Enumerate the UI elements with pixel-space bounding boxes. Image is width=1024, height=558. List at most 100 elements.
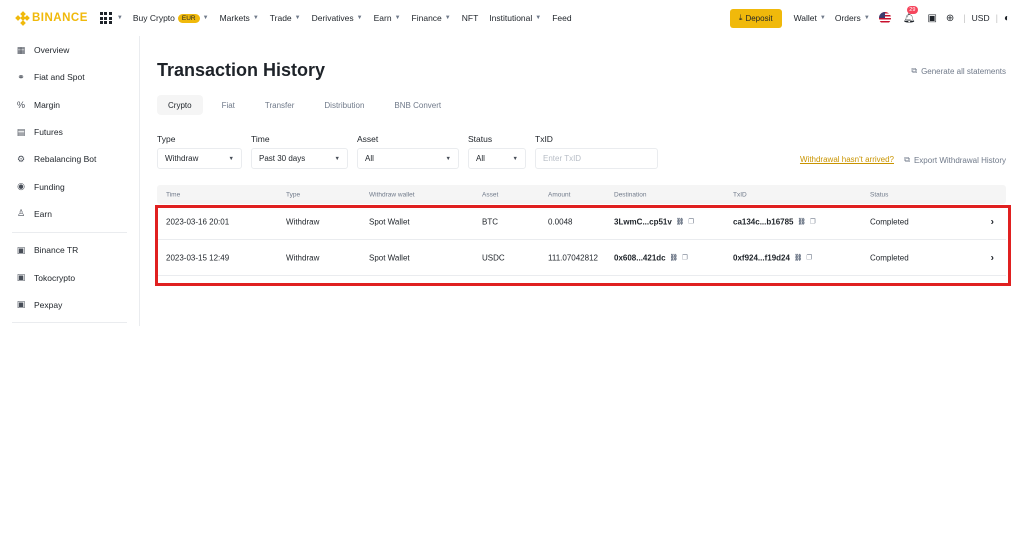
nav-label: Earn xyxy=(373,13,392,23)
binance-logo[interactable]: BINANCE xyxy=(15,10,88,26)
column-header: Amount xyxy=(548,191,571,198)
wallet-icon: ▣ xyxy=(16,272,26,283)
nav-feed[interactable]: Feed xyxy=(552,13,571,23)
binance-logo-icon xyxy=(15,10,30,26)
deposit-button[interactable]: ⤓ Deposit xyxy=(729,8,782,28)
orders-label: Orders xyxy=(834,13,861,23)
sidebar-item-label: Fiat and Spot xyxy=(34,72,85,83)
column-header: TxID xyxy=(733,191,747,198)
sidebar-item-fiat-and-spot[interactable]: ⚭ Fiat and Spot xyxy=(0,64,139,91)
highlight-box xyxy=(155,205,1011,286)
sidebar-item-futures[interactable]: ▤ Futures xyxy=(0,118,139,145)
nav-label: Buy Crypto xyxy=(132,13,175,23)
type-filter-select[interactable]: Withdraw ▼ xyxy=(157,148,242,169)
external-link-icon: ⧉ xyxy=(911,66,918,75)
sidebar-item-rebalancing-bot[interactable]: ⚙ Rebalancing Bot xyxy=(0,146,139,173)
brand-name: BINANCE xyxy=(32,12,88,24)
flag-icon[interactable] xyxy=(878,12,891,24)
globe-icon[interactable]: ⊕ xyxy=(946,13,954,24)
chevron-down-icon: ▼ xyxy=(819,15,826,21)
sidebar-item-funding[interactable]: ◉ Funding xyxy=(0,173,139,200)
divider: | xyxy=(963,13,966,23)
nav-nft[interactable]: NFT xyxy=(462,13,479,23)
sidebar-item-binance-tr[interactable]: ▣ Binance TR xyxy=(0,237,139,264)
history-tabs: Crypto Fiat Transfer Distribution BNB Conver… xyxy=(157,95,460,115)
nav-finance[interactable]: Finance ▼ xyxy=(412,13,451,23)
apps-menu-button[interactable]: ▼ xyxy=(99,12,123,24)
overview-icon: ▦ xyxy=(16,44,26,55)
withdrawal-not-arrived-link[interactable]: Withdrawal hasn't arrived? xyxy=(800,155,894,164)
earn-icon: ♙ xyxy=(16,208,26,219)
type-filter-value: Withdraw xyxy=(165,154,199,163)
chevron-down-icon: ▼ xyxy=(444,15,451,21)
nav-earn[interactable]: Earn ▼ xyxy=(374,13,401,23)
sidebar: ▦ Overview ⚭ Fiat and Spot% Margin ▤ Futures ⚙ R… xyxy=(0,36,140,326)
wallet-menu[interactable]: Wallet ▼ xyxy=(794,13,826,23)
sidebar-item-label: Tokocrypto xyxy=(34,272,76,283)
type-filter-label: Type xyxy=(157,134,176,144)
sidebar-item-label: Pexpay xyxy=(34,299,63,310)
chevron-down-icon: ▼ xyxy=(294,15,301,21)
notification-count-badge: 29 xyxy=(906,5,918,14)
top-nav: BINANCE ▼ Buy Crypto EUR ▼ Markets ▼ Trade ▼ De… xyxy=(0,0,1024,36)
generate-statements-label: Generate all statements xyxy=(921,66,1006,76)
moon-icon[interactable]: ◐ xyxy=(1004,13,1010,24)
sidebar-item-label: Earn xyxy=(34,208,52,219)
nav-trade[interactable]: Trade ▼ xyxy=(270,13,301,23)
nav-label: Derivatives xyxy=(311,13,354,23)
sidebar-item-overview[interactable]: ▦ Overview xyxy=(0,37,139,64)
time-filter-select[interactable]: Past 30 days ▼ xyxy=(251,148,348,169)
tab-transfer[interactable]: Transfer xyxy=(254,95,306,115)
page-title: Transaction History xyxy=(157,60,326,80)
notifications-button[interactable]: 🔔︎ 29 xyxy=(903,5,918,24)
table-header: Time Type Withdraw wallet Asset Amount Destin… xyxy=(157,185,1006,204)
tab-fiat[interactable]: Fiat xyxy=(211,95,246,115)
sidebar-item-label: Rebalancing Bot xyxy=(34,154,97,165)
tab-bnb-convert[interactable]: BNB Convert xyxy=(383,95,452,115)
sidebar-item-label: Margin xyxy=(34,99,60,110)
chevron-down-icon: ▼ xyxy=(445,155,451,162)
chevron-down-icon: ▼ xyxy=(228,155,234,162)
sidebar-item-label: Overview xyxy=(34,45,70,56)
orders-menu[interactable]: Orders ▼ xyxy=(835,13,870,23)
status-filter-select[interactable]: All ▼ xyxy=(468,148,526,169)
column-header: Time xyxy=(166,191,181,198)
export-withdrawal-history-link[interactable]: ⧉ Export Withdrawal History xyxy=(904,155,1006,165)
currency-selector[interactable]: USD xyxy=(972,13,990,23)
sidebar-item-pexpay[interactable]: ▣ Pexpay xyxy=(0,291,139,318)
tab-crypto[interactable]: Crypto xyxy=(157,95,203,115)
grid-icon xyxy=(99,12,112,24)
nav-buy-crypto[interactable]: Buy Crypto EUR ▼ xyxy=(133,13,209,23)
chevron-down-icon: ▼ xyxy=(863,15,870,21)
chevron-down-icon: ▼ xyxy=(356,15,363,21)
futures-icon: ▤ xyxy=(16,126,26,137)
chevron-down-icon: ▼ xyxy=(252,15,259,21)
wallet-label: Wallet xyxy=(793,13,817,23)
sidebar-item-margin[interactable]: % Margin xyxy=(0,91,139,118)
sidebar-divider xyxy=(12,322,127,324)
bot-icon: ⚙ xyxy=(16,153,26,164)
tab-distribution[interactable]: Distribution xyxy=(313,95,375,115)
txid-placeholder: Enter TxID xyxy=(543,154,582,163)
status-filter-value: All xyxy=(476,154,485,163)
nav-institutional[interactable]: Institutional ▼ xyxy=(489,13,541,23)
export-label: Export Withdrawal History xyxy=(913,155,1006,165)
nav-markets[interactable]: Markets ▼ xyxy=(220,13,259,23)
asset-filter-select[interactable]: All ▼ xyxy=(357,148,459,169)
txid-search-input[interactable]: Enter TxID xyxy=(535,148,658,169)
download-app-icon[interactable]: ▣ xyxy=(927,13,936,24)
chevron-down-icon: ▼ xyxy=(512,155,518,162)
download-icon: ⤓ xyxy=(738,13,743,22)
sidebar-item-tokocrypto[interactable]: ▣ Tokocrypto xyxy=(0,264,139,291)
wallet-icon: ▣ xyxy=(16,299,26,310)
asset-filter-value: All xyxy=(365,154,374,163)
sidebar-item-label: Futures xyxy=(34,127,63,138)
nav-derivatives[interactable]: Derivatives ▼ xyxy=(312,13,363,23)
txid-filter-label: TxID xyxy=(535,134,553,144)
generate-statements-link[interactable]: ⧉ Generate all statements xyxy=(911,66,1006,76)
chevron-down-icon: ▼ xyxy=(202,15,209,21)
column-header: Withdraw wallet xyxy=(369,191,415,198)
main-nav: Buy Crypto EUR ▼ Markets ▼ Trade ▼ Derivatives ▼… xyxy=(133,13,583,23)
sidebar-item-label: Binance TR xyxy=(34,245,79,256)
sidebar-item-earn[interactable]: ♙ Earn xyxy=(0,200,139,227)
